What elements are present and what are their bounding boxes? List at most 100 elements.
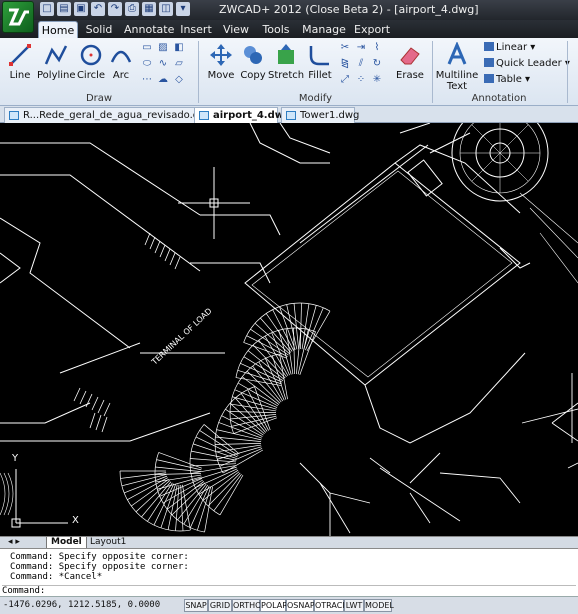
copy-icon bbox=[244, 46, 262, 64]
tab-manage[interactable]: Manage bbox=[302, 21, 346, 38]
circle-button[interactable]: Circle bbox=[76, 42, 106, 81]
multiline-text-button[interactable]: Multiline Text bbox=[435, 42, 479, 92]
plot-icon[interactable]: ▦ bbox=[142, 2, 156, 16]
revcloud-icon[interactable]: ☁ bbox=[156, 74, 170, 86]
snap-toggle[interactable]: SNAP bbox=[184, 599, 208, 612]
array-icon[interactable]: ⁘ bbox=[354, 74, 368, 86]
lwt-toggle[interactable]: LWT bbox=[344, 599, 364, 612]
document-tab-active[interactable]: airport_4.dwg bbox=[194, 107, 291, 123]
gate-fans[interactable] bbox=[119, 302, 331, 533]
drawing-linework bbox=[0, 123, 578, 536]
move-button[interactable]: Move bbox=[204, 42, 238, 81]
quick-access-toolbar: □ ▤ ▣ ↶ ↷ ⎙ ▦ ◫ ▾ bbox=[40, 2, 190, 16]
parking-stalls bbox=[73, 232, 181, 433]
crosshair-cursor bbox=[178, 167, 250, 239]
grid-toggle[interactable]: GRID bbox=[208, 599, 232, 612]
boundary-icon[interactable]: ◇ bbox=[172, 74, 186, 86]
region-icon[interactable]: ▱ bbox=[172, 58, 186, 70]
table-button[interactable]: Table ▾ bbox=[484, 74, 530, 85]
gradient-icon[interactable]: ◧ bbox=[172, 42, 186, 54]
terminal-building bbox=[244, 123, 531, 444]
layout-tab-bar: ◂ ▸ Model Layout1 bbox=[0, 536, 578, 549]
gate-fan-line bbox=[127, 477, 168, 501]
rotate-icon[interactable]: ↻ bbox=[370, 58, 384, 70]
gate-fan-line bbox=[237, 382, 279, 407]
table-icon bbox=[484, 74, 494, 83]
rectangle-icon[interactable]: ▭ bbox=[140, 42, 154, 54]
mirror-icon[interactable]: ⧎ bbox=[338, 58, 352, 70]
point-icon[interactable]: ⋯ bbox=[140, 74, 154, 86]
command-history-line: Command: Specify opposite corner: bbox=[10, 552, 189, 562]
tab-home[interactable]: Home bbox=[38, 21, 78, 38]
polyline-button[interactable]: Polyline bbox=[37, 42, 76, 81]
polyline-icon bbox=[44, 45, 68, 65]
document-tab[interactable]: Tower1.dwg bbox=[281, 107, 359, 123]
tab-insert[interactable]: Insert bbox=[180, 21, 212, 38]
spline-icon[interactable]: ∿ bbox=[156, 58, 170, 70]
gate-fan-line bbox=[305, 307, 324, 351]
save-icon[interactable]: ▣ bbox=[74, 2, 88, 16]
erase-button[interactable]: Erase bbox=[394, 42, 426, 81]
aircraft bbox=[299, 373, 578, 536]
print-icon[interactable]: ⎙ bbox=[125, 2, 139, 16]
redo-icon[interactable]: ↷ bbox=[108, 2, 122, 16]
gate-fan-line bbox=[190, 463, 237, 467]
document-tab[interactable]: R...Rede_geral_de_agua_revisado.dwg bbox=[4, 107, 214, 123]
ellipse-icon[interactable]: ⬭ bbox=[140, 58, 154, 70]
arc-button[interactable]: Arc bbox=[107, 42, 135, 81]
coordinate-readout: -1476.0296, 1212.5185, 0.0000 bbox=[3, 600, 161, 610]
gate-fan-line bbox=[131, 478, 169, 507]
copy-button[interactable]: Copy bbox=[238, 42, 268, 81]
tab-solid[interactable]: Solid bbox=[84, 21, 114, 38]
line-button[interactable]: Line bbox=[4, 42, 36, 81]
roadways bbox=[0, 123, 331, 442]
extend-icon[interactable]: ⇥ bbox=[354, 42, 368, 54]
gate-fan-line bbox=[124, 475, 168, 494]
ribbon-panel: Line Polyline Circle Arc ▭ ▨ ◧ ⬭ ∿ ▱ ⋯ ☁… bbox=[0, 38, 578, 106]
gate-fan-line bbox=[183, 484, 208, 525]
document-tab-bar: R...Rede_geral_de_agua_revisado.dwg airp… bbox=[0, 106, 578, 123]
properties-icon[interactable]: ◫ bbox=[159, 2, 173, 16]
gate-fan-line bbox=[120, 472, 167, 479]
gate-fan-edge bbox=[229, 353, 280, 434]
trim-icon[interactable]: ✂ bbox=[338, 42, 352, 54]
move-icon bbox=[210, 44, 232, 66]
ortho-toggle[interactable]: ORTHO bbox=[232, 599, 261, 612]
app-menu-button[interactable] bbox=[2, 1, 34, 33]
command-history-line: Command: Specify opposite corner: bbox=[10, 562, 189, 572]
drawing-canvas[interactable]: TERMINAL OF LOAD Y X bbox=[0, 123, 578, 536]
dwg-file-icon bbox=[286, 111, 296, 120]
undo-icon[interactable]: ↶ bbox=[91, 2, 105, 16]
gate-fan-line bbox=[121, 474, 167, 487]
fillet-button[interactable]: Fillet bbox=[306, 42, 334, 81]
gate-fan-line bbox=[158, 452, 202, 469]
title-bar: □ ▤ ▣ ↶ ↷ ⎙ ▦ ◫ ▾ ZWCAD+ 2012 (Close Bet… bbox=[0, 0, 578, 20]
open-icon[interactable]: ▤ bbox=[57, 2, 71, 16]
annotation-group-label: Annotation bbox=[471, 93, 527, 104]
quick-leader-button[interactable]: Quick Leader ▾ bbox=[484, 58, 570, 69]
scale-icon[interactable]: ⤢ bbox=[338, 74, 352, 86]
gate-fan-line bbox=[215, 442, 262, 445]
explode-icon[interactable]: ✳ bbox=[370, 74, 384, 86]
tab-annotate[interactable]: Annotate bbox=[124, 21, 174, 38]
model-toggle[interactable]: MODEL bbox=[364, 599, 394, 612]
gate-fan-line bbox=[182, 484, 191, 531]
gate-fan-line bbox=[156, 459, 202, 471]
dropdown-icon[interactable]: ▾ bbox=[176, 2, 190, 16]
linear-dimension-button[interactable]: Linear ▾ bbox=[484, 42, 535, 53]
osnap-toggle[interactable]: OSNAP bbox=[286, 599, 315, 612]
new-icon[interactable]: □ bbox=[40, 2, 54, 16]
offset-icon[interactable]: ⫽ bbox=[354, 58, 368, 70]
tab-view[interactable]: View bbox=[222, 21, 250, 38]
stretch-button[interactable]: Stretch bbox=[268, 42, 304, 81]
otrack-toggle[interactable]: OTRACK bbox=[314, 599, 348, 612]
zwcad-logo-icon bbox=[8, 8, 29, 26]
command-input[interactable] bbox=[50, 586, 511, 596]
polar-toggle[interactable]: POLAR bbox=[260, 599, 288, 612]
tab-tools[interactable]: Tools bbox=[260, 21, 292, 38]
gate-fan-line bbox=[135, 480, 170, 513]
break-icon[interactable]: ⌇ bbox=[370, 42, 384, 54]
hatch-icon[interactable]: ▨ bbox=[156, 42, 170, 54]
gate-fan-line bbox=[207, 472, 241, 507]
tab-export[interactable]: Export bbox=[354, 21, 390, 38]
